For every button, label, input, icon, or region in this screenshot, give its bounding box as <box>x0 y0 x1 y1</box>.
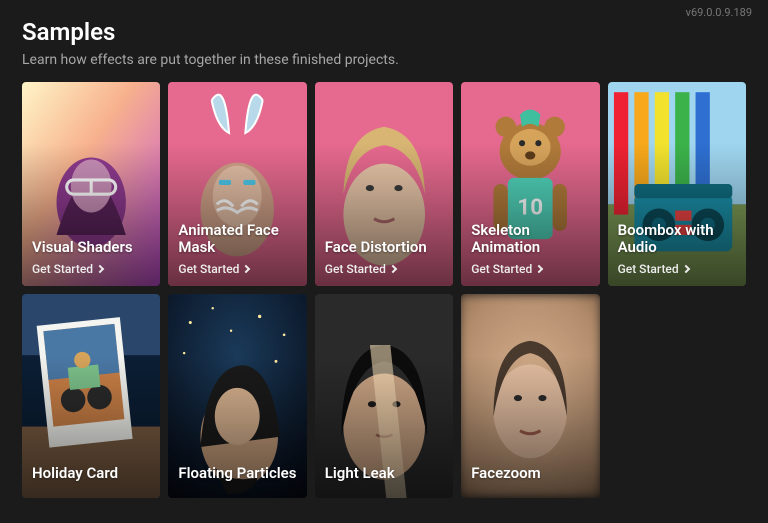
get-started-link[interactable]: Get Started <box>32 262 152 276</box>
sample-card-animated-face-mask[interactable]: Animated Face Mask Get Started <box>168 82 306 286</box>
chevron-right-icon <box>389 265 397 273</box>
app-version: v69.0.0.9.189 <box>686 6 752 19</box>
cta-label: Get Started <box>471 262 532 276</box>
sample-card-face-distortion[interactable]: Face Distortion Get Started <box>315 82 453 286</box>
chevron-right-icon <box>96 265 104 273</box>
sample-card-floating-particles[interactable]: Floating Particles <box>168 294 306 498</box>
card-title: Holiday Card <box>32 465 152 482</box>
sample-card-boombox-with-audio[interactable]: Boombox with Audio Get Started <box>608 82 746 286</box>
card-title: Visual Shaders <box>32 239 152 256</box>
sample-card-skeleton-animation[interactable]: 10 Skeleton Animation Get Started <box>461 82 599 286</box>
sample-card-facezoom[interactable]: Facezoom <box>461 294 599 498</box>
svg-text:10: 10 <box>518 195 544 221</box>
cta-label: Get Started <box>618 262 679 276</box>
chevron-right-icon <box>242 265 250 273</box>
page-title: Samples <box>22 18 746 46</box>
card-title: Light Leak <box>325 465 445 482</box>
get-started-link[interactable]: Get Started <box>618 262 738 276</box>
cta-label: Get Started <box>178 262 239 276</box>
sample-card-light-leak[interactable]: Light Leak <box>315 294 453 498</box>
card-title: Face Distortion <box>325 239 445 256</box>
cta-label: Get Started <box>325 262 386 276</box>
card-title: Skeleton Animation <box>471 222 591 257</box>
card-title: Facezoom <box>471 465 591 482</box>
get-started-link[interactable]: Get Started <box>178 262 298 276</box>
sample-card-holiday-card[interactable]: Holiday Card <box>22 294 160 498</box>
page-subtitle: Learn how effects are put together in th… <box>22 52 746 68</box>
get-started-link[interactable]: Get Started <box>471 262 591 276</box>
get-started-link[interactable]: Get Started <box>325 262 445 276</box>
card-title: Floating Particles <box>178 465 298 482</box>
card-title: Boombox with Audio <box>618 222 738 257</box>
sample-card-visual-shaders[interactable]: Visual Shaders Get Started <box>22 82 160 286</box>
card-title: Animated Face Mask <box>178 222 298 257</box>
chevron-right-icon <box>535 265 543 273</box>
cta-label: Get Started <box>32 262 93 276</box>
chevron-right-icon <box>681 265 689 273</box>
